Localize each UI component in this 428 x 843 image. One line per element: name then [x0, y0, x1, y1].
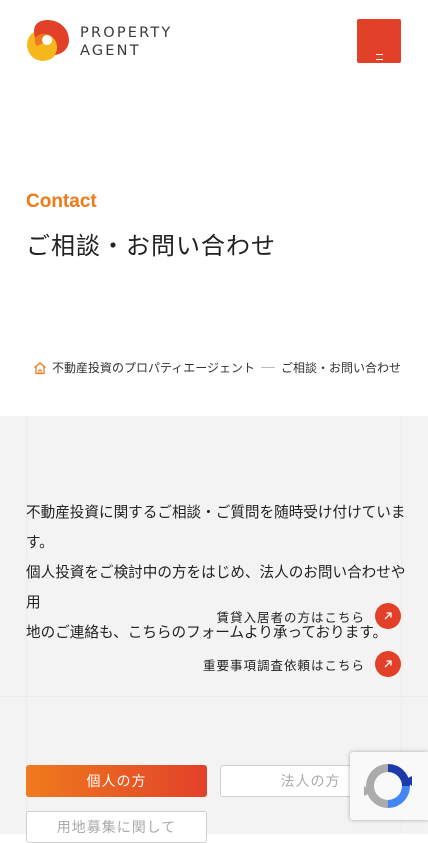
- tab-individual[interactable]: 個人の方: [26, 765, 207, 797]
- site-header: PROPERTY AGENT: [0, 0, 428, 82]
- page-title: ご相談・お問い合わせ: [26, 232, 276, 260]
- tenant-link[interactable]: 賃貸入居者の方はこちら: [216, 603, 401, 629]
- page-eyebrow: Contact: [26, 191, 97, 212]
- important-matters-link[interactable]: 重要事項調査依頼はこちら: [203, 651, 401, 677]
- tenant-link-label: 賃貸入居者の方はこちら: [216, 609, 365, 625]
- tab-land[interactable]: 用地募集に関して: [26, 811, 207, 843]
- brand-name: PROPERTY AGENT: [80, 24, 172, 60]
- recaptcha-icon: [364, 764, 412, 808]
- home-icon[interactable]: [33, 361, 47, 375]
- property-agent-logo[interactable]: [25, 18, 71, 62]
- menu-button[interactable]: [357, 19, 401, 65]
- intro-line-1: 不動産投資に関するご相談・ご質問を随時受け付けています。: [26, 504, 406, 551]
- brand-line-1: PROPERTY: [80, 25, 173, 41]
- brand-line-2: AGENT: [80, 43, 141, 59]
- external-arrow-icon: [375, 651, 401, 677]
- breadcrumb-current: ご相談・お問い合わせ: [280, 361, 401, 375]
- external-arrow-icon: [375, 603, 401, 629]
- recaptcha-badge[interactable]: [350, 752, 428, 820]
- breadcrumb: 不動産投資のプロパティエージェント ご相談・お問い合わせ: [33, 359, 401, 376]
- breadcrumb-separator: [260, 367, 275, 368]
- breadcrumb-home-link[interactable]: 不動産投資のプロパティエージェント: [52, 359, 255, 376]
- important-matters-link-label: 重要事項調査依頼はこちら: [202, 657, 365, 673]
